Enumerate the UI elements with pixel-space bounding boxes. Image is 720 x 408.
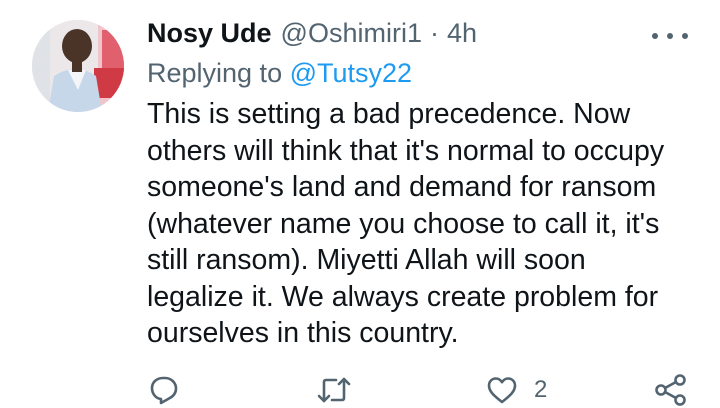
like-button[interactable]: 2 xyxy=(486,372,547,408)
tweet-text-line: (whatever name you choose to call it, it… xyxy=(147,207,660,240)
share-icon xyxy=(655,374,686,406)
more-dot-icon xyxy=(682,33,688,39)
share-button[interactable] xyxy=(654,372,688,408)
retweet-button[interactable] xyxy=(316,372,352,408)
heart-icon xyxy=(487,377,517,404)
like-count: 2 xyxy=(534,376,548,403)
tweet-text-line: others will think that it's normal to oc… xyxy=(147,134,665,167)
tweet-body: This is setting a bad precedence. Now ot… xyxy=(147,96,687,352)
more-dot-icon xyxy=(652,33,658,39)
tweet-time[interactable]: 4h xyxy=(447,18,477,49)
tweet-text-line: legalize it. We always create problem fo… xyxy=(147,280,659,313)
reply-icon xyxy=(150,376,178,405)
replying-to-label: Replying to xyxy=(147,58,290,88)
tweet-text-line: ourselves in this country. xyxy=(147,317,459,349)
retweet-icon xyxy=(317,377,351,403)
tweet-header: Nosy Ude @Oshimiri1 · 4h xyxy=(147,18,477,54)
tweet-text-line: still ransom). Miyetti Allah will soon xyxy=(147,244,586,276)
replying-to-mention[interactable]: @Tutsy22 xyxy=(290,58,412,88)
author-handle[interactable]: @Oshimiri1 xyxy=(281,18,422,49)
tweet-text-line: someone's land and demand for ransom xyxy=(147,171,657,203)
tweet-text-line: This is setting a bad precedence. Now xyxy=(147,98,631,130)
more-options-button[interactable] xyxy=(652,24,688,48)
separator-dot: · xyxy=(429,18,439,48)
replying-to-line: Replying to @Tutsy22 xyxy=(147,58,412,89)
author-name[interactable]: Nosy Ude xyxy=(147,18,272,49)
avatar[interactable] xyxy=(32,20,124,112)
reply-button[interactable] xyxy=(148,372,180,408)
avatar-photo xyxy=(32,20,124,112)
more-dot-icon xyxy=(667,33,673,39)
